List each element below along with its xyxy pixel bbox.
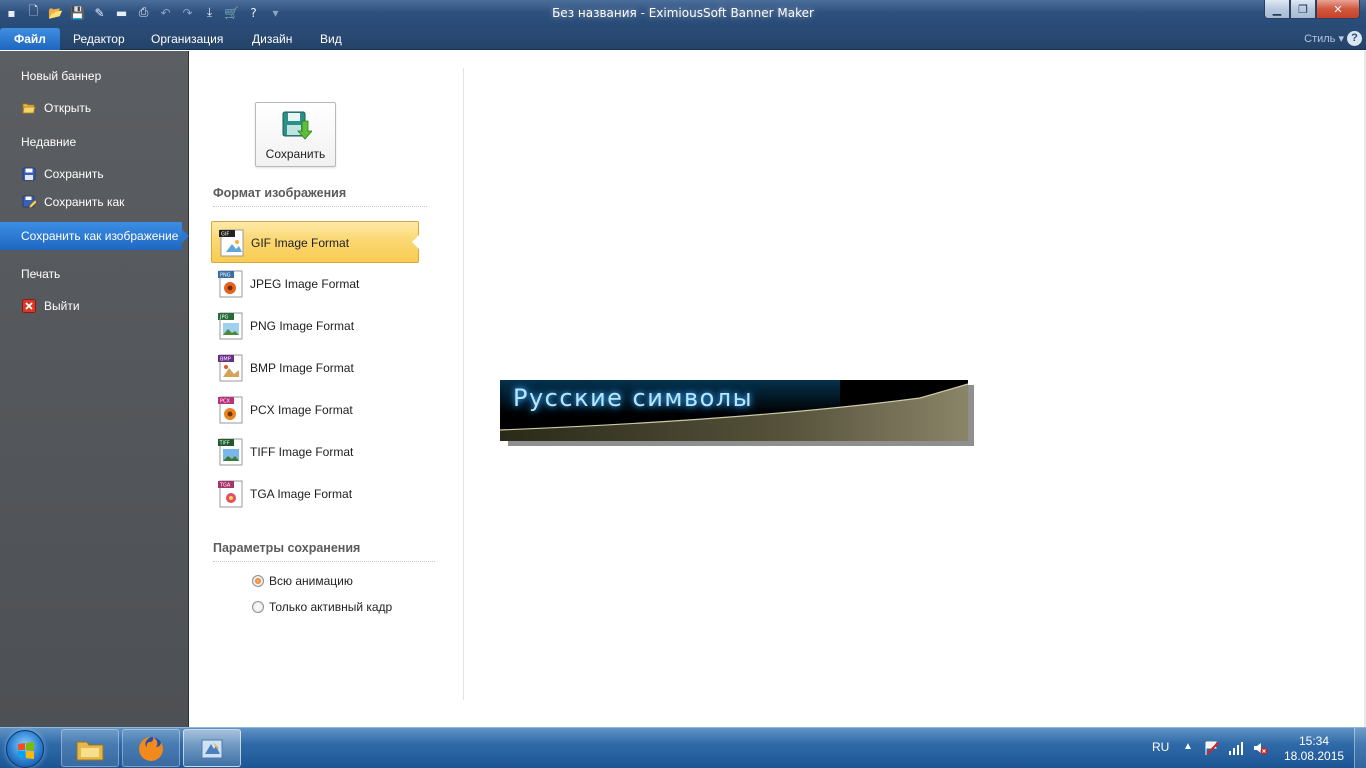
firefox-icon xyxy=(139,737,163,761)
clock-date: 18.08.2015 xyxy=(1284,749,1345,763)
format-item-tga[interactable]: TGA TGA Image Format xyxy=(211,473,419,515)
format-item-bmp[interactable]: BMP BMP Image Format xyxy=(211,347,419,389)
format-item-png[interactable]: JPG PNG Image Format xyxy=(211,305,419,347)
format-label: PCX Image Format xyxy=(250,403,353,417)
radio-label: Только активный кадр xyxy=(269,600,393,614)
style-label: Стиль xyxy=(1304,33,1336,45)
file-badge: PNG xyxy=(220,273,231,279)
file-badge: TGA xyxy=(219,483,231,489)
floppy-icon xyxy=(22,167,36,181)
backstage-exit[interactable]: Выйти xyxy=(0,292,189,320)
taskbar-explorer[interactable] xyxy=(61,729,119,767)
exit-icon xyxy=(22,299,36,313)
save-button[interactable]: Сохранить xyxy=(255,102,336,167)
file-badge: PCX xyxy=(220,399,231,405)
format-label: JPEG Image Format xyxy=(250,277,360,291)
volume-muted-icon[interactable] xyxy=(1252,740,1268,756)
format-label: PNG Image Format xyxy=(250,319,355,333)
format-item-jpeg[interactable]: PNG JPEG Image Format xyxy=(211,263,419,305)
save-floppy-arrow-icon xyxy=(282,111,312,140)
save-button-label: Сохранить xyxy=(265,147,326,161)
save-params-title: Параметры сохранения xyxy=(213,541,361,555)
banner-preview: Русские символы xyxy=(500,380,968,441)
png-file-icon: JPG xyxy=(218,312,243,340)
banner-maker-app-icon xyxy=(201,739,223,759)
file-badge: BMP xyxy=(220,357,231,363)
action-center-flag-icon[interactable] xyxy=(1204,740,1220,756)
format-section-divider xyxy=(213,206,427,207)
radio-label: Всю анимацию xyxy=(269,574,353,588)
file-badge: TIFF xyxy=(219,441,230,447)
backstage-item-label: Сохранить как xyxy=(44,195,125,209)
backstage-save-as[interactable]: Сохранить как xyxy=(0,188,189,216)
format-label: TGA Image Format xyxy=(250,487,353,501)
backstage-open[interactable]: Открыть xyxy=(0,94,189,122)
save-as-icon xyxy=(22,195,36,209)
network-signal-icon[interactable] xyxy=(1228,740,1244,756)
banner-preview-area: Русские символы xyxy=(464,51,1366,727)
backstage-item-label: Сохранить как изображение xyxy=(21,229,179,243)
format-label: GIF Image Format xyxy=(251,236,350,250)
backstage-save-as-image[interactable]: Сохранить как изображение xyxy=(0,222,189,250)
help-circle-icon[interactable]: ? xyxy=(1347,31,1362,46)
menu-organization[interactable]: Организация xyxy=(143,28,231,50)
menu-bar: Файл Редактор Организация Дизайн Вид Сти… xyxy=(0,28,1366,50)
radio-active-frame-only[interactable]: Только активный кадр xyxy=(252,598,392,616)
format-section-title: Формат изображения xyxy=(213,186,347,200)
minimize-button[interactable]: ▁ xyxy=(1264,0,1290,19)
format-label: TIFF Image Format xyxy=(250,445,354,459)
language-indicator[interactable]: RU xyxy=(1152,740,1169,754)
backstage-item-label: Выйти xyxy=(44,299,80,313)
window-title: Без названия - EximiousSoft Banner Maker xyxy=(552,6,814,20)
backstage-new-banner[interactable]: Новый баннер xyxy=(0,62,189,90)
jpeg-file-icon: PNG xyxy=(218,270,243,298)
show-hidden-icons-icon[interactable]: ▲ xyxy=(1183,741,1193,752)
title-bar: ▪ 🗋 📂 💾 ✎ ▬ ⎙ ↶ ↷ ⤓ 🛒 ? ▾ Без названия -… xyxy=(0,0,1366,28)
clock-time: 15:34 xyxy=(1298,734,1330,748)
banner-text: Русские символы xyxy=(513,384,754,412)
format-item-tiff[interactable]: TIFF TIFF Image Format xyxy=(211,431,419,473)
windows-logo-icon xyxy=(18,742,34,759)
format-label: BMP Image Format xyxy=(250,361,354,375)
menu-editor[interactable]: Редактор xyxy=(65,28,133,50)
backstage-item-label: Печать xyxy=(21,267,61,281)
radio-button[interactable] xyxy=(252,601,264,613)
backstage-item-label: Открыть xyxy=(44,101,92,115)
radio-all-animation[interactable]: Всю анимацию xyxy=(252,572,353,590)
backstage-print[interactable]: Печать xyxy=(0,260,189,288)
format-item-pcx[interactable]: PCX PCX Image Format xyxy=(211,389,419,431)
backstage-item-label: Недавние xyxy=(21,135,77,149)
menu-view[interactable]: Вид xyxy=(312,28,350,50)
taskbar-firefox[interactable] xyxy=(122,729,180,767)
tiff-file-icon: TIFF xyxy=(218,438,243,466)
maximize-button[interactable]: ❐ xyxy=(1290,0,1316,19)
taskbar-banner-maker[interactable] xyxy=(183,729,241,767)
backstage-recent[interactable]: Недавние xyxy=(0,128,189,156)
menu-file[interactable]: Файл xyxy=(0,28,60,50)
style-menu[interactable]: Стиль ▾ xyxy=(1304,28,1344,50)
file-badge: GIF xyxy=(221,232,229,238)
save-params-divider xyxy=(213,561,435,562)
close-button[interactable]: ✕ xyxy=(1316,0,1360,19)
backstage-item-label: Новый баннер xyxy=(21,69,102,83)
pcx-file-icon: PCX xyxy=(218,396,243,424)
window-controls: ▁ ❐ ✕ xyxy=(1264,0,1360,19)
gif-file-icon: GIF xyxy=(219,229,244,257)
backstage-item-label: Сохранить xyxy=(44,167,104,181)
folder-icon xyxy=(76,741,104,761)
show-desktop-button[interactable] xyxy=(1354,728,1366,768)
bmp-file-icon: BMP xyxy=(218,354,243,382)
file-badge: JPG xyxy=(219,315,228,321)
start-button[interactable] xyxy=(6,730,44,768)
radio-button[interactable] xyxy=(252,575,264,587)
save-image-options-panel: Сохранить Формат изображения GIF GIF Ima… xyxy=(190,51,464,727)
backstage-menu: Новый баннер Открыть Недавние Сохранить … xyxy=(0,51,189,727)
menu-design[interactable]: Дизайн xyxy=(244,28,300,50)
folder-icon xyxy=(22,103,36,114)
format-item-gif[interactable]: GIF GIF Image Format xyxy=(211,221,419,263)
backstage-save[interactable]: Сохранить xyxy=(0,160,189,188)
system-clock[interactable]: 15:34 18.08.2015 xyxy=(1284,734,1344,764)
taskbar: RU ▲ 15:34 18.08.2015 xyxy=(0,727,1366,768)
tga-file-icon: TGA xyxy=(218,480,243,508)
